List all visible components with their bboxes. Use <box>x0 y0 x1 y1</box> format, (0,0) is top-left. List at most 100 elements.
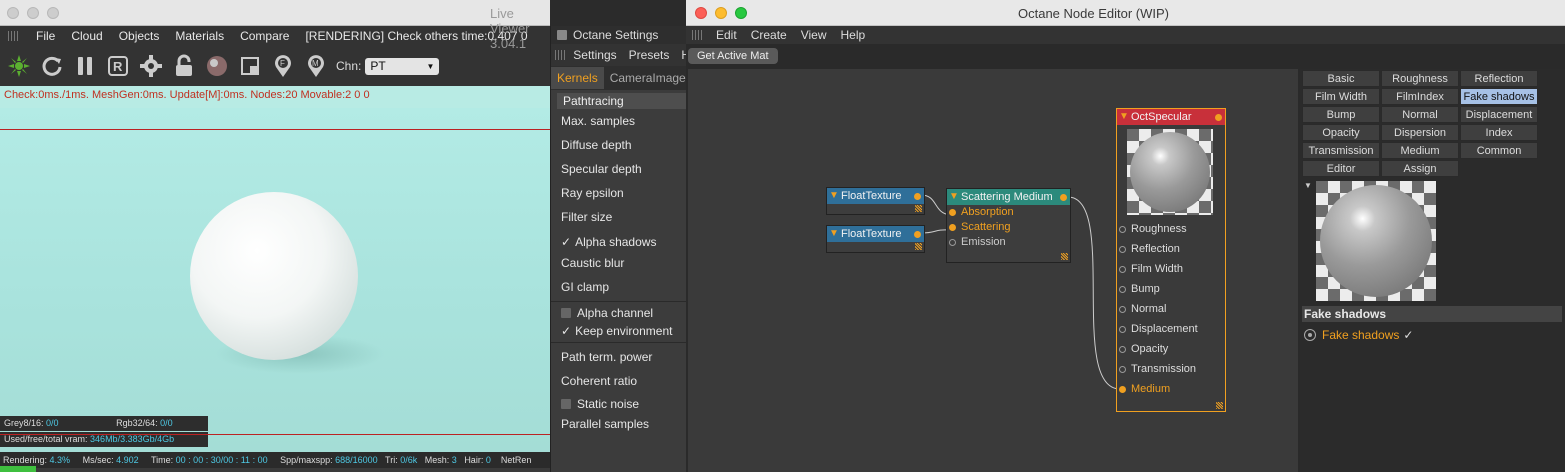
btn-index[interactable]: Index <box>1460 124 1538 141</box>
menu-create[interactable]: Create <box>751 28 787 42</box>
resize-handle-icon[interactable] <box>915 243 922 250</box>
btn-medium[interactable]: Medium <box>1381 142 1459 159</box>
render-viewport[interactable]: Grey8/16: 0/0 Rgb32/64: 0/0 Used/free/to… <box>0 108 550 452</box>
btn-normal[interactable]: Normal <box>1381 106 1459 123</box>
input-port[interactable] <box>1119 326 1126 333</box>
menu-view[interactable]: View <box>801 28 827 42</box>
menu-cloud[interactable]: Cloud <box>71 29 102 43</box>
resize-handle-icon[interactable] <box>915 205 922 212</box>
node-header[interactable]: ▼ FloatTexture <box>827 188 924 204</box>
setting-alpha-channel-row[interactable]: Alpha channel <box>551 304 690 322</box>
region-render-icon[interactable]: R <box>105 53 131 79</box>
input-port[interactable] <box>1119 346 1126 353</box>
collapse-icon[interactable]: ▼ <box>1304 181 1312 190</box>
input-port[interactable] <box>949 209 956 216</box>
input-port[interactable] <box>949 239 956 246</box>
btn-reflection[interactable]: Reflection <box>1460 70 1538 87</box>
btn-fake-shadows[interactable]: Fake shadows <box>1460 88 1538 105</box>
output-port[interactable] <box>1215 114 1222 121</box>
channel-select[interactable]: PT ▼ <box>365 57 440 75</box>
btn-opacity[interactable]: Opacity <box>1302 124 1380 141</box>
node-canvas[interactable]: ▼ FloatTexture ▼ FloatTexture ▼ Scatteri… <box>688 69 1298 472</box>
input-port[interactable] <box>1119 266 1126 273</box>
setting-keep-environment-row[interactable]: ✓ Keep environment <box>551 322 690 340</box>
close-button[interactable] <box>7 7 19 19</box>
menu-help[interactable]: Help <box>841 28 866 42</box>
setting-static-noise-row[interactable]: Static noise <box>551 393 690 415</box>
input-port[interactable] <box>1119 366 1126 373</box>
port-scattering[interactable]: Scattering <box>947 220 1070 235</box>
btn-assign[interactable]: Assign <box>1381 160 1459 177</box>
btn-dispersion[interactable]: Dispersion <box>1381 124 1459 141</box>
fake-shadows-option[interactable]: Fake shadows ✓ <box>1304 328 1413 342</box>
resize-handle-icon[interactable] <box>1061 253 1068 260</box>
port-medium[interactable]: Medium <box>1117 379 1225 399</box>
port-absorption[interactable]: Absorption <box>947 205 1070 220</box>
node-scattering-medium[interactable]: ▼ Scattering Medium Absorption Scatterin… <box>946 188 1071 263</box>
get-active-mat-button[interactable]: Get Active Mat <box>688 48 778 64</box>
checkbox-icon[interactable] <box>561 399 571 409</box>
material-pick-icon[interactable]: M <box>303 53 329 79</box>
radio-icon[interactable] <box>1304 329 1316 341</box>
port-roughness[interactable]: Roughness <box>1117 219 1225 239</box>
pause-icon[interactable] <box>72 53 98 79</box>
port-bump[interactable]: Bump <box>1117 279 1225 299</box>
tab-kernels[interactable]: Kernels <box>551 67 604 89</box>
input-port[interactable] <box>949 224 956 231</box>
btn-transmission[interactable]: Transmission <box>1302 142 1380 159</box>
port-film-width[interactable]: Film Width <box>1117 259 1225 279</box>
focus-pick-icon[interactable]: F <box>270 53 296 79</box>
port-transmission[interactable]: Transmission <box>1117 359 1225 379</box>
check-icon[interactable]: ✓ <box>561 324 571 338</box>
input-port[interactable] <box>1119 226 1126 233</box>
btn-filmindex[interactable]: FilmIndex <box>1381 88 1459 105</box>
btn-roughness[interactable]: Roughness <box>1381 70 1459 87</box>
menu-edit[interactable]: Edit <box>716 28 737 42</box>
btn-bump[interactable]: Bump <box>1302 106 1380 123</box>
zoom-button[interactable] <box>735 7 747 19</box>
node-floattexture-2[interactable]: ▼ FloatTexture <box>826 225 925 253</box>
port-normal[interactable]: Normal <box>1117 299 1225 319</box>
port-reflection[interactable]: Reflection <box>1117 239 1225 259</box>
menu-compare[interactable]: Compare <box>240 29 289 43</box>
check-icon[interactable]: ✓ <box>561 235 571 249</box>
minimize-button[interactable] <box>715 7 727 19</box>
input-port[interactable] <box>1119 306 1126 313</box>
btn-common[interactable]: Common <box>1460 142 1538 159</box>
kernel-select[interactable]: Pathtracing <box>557 93 686 109</box>
clay-mode-icon[interactable] <box>237 53 263 79</box>
btn-basic[interactable]: Basic <box>1302 70 1380 87</box>
output-port[interactable] <box>914 231 921 238</box>
zoom-button[interactable] <box>47 7 59 19</box>
input-port[interactable] <box>1119 286 1126 293</box>
menu-presets[interactable]: Presets <box>629 48 670 62</box>
output-port[interactable] <box>914 193 921 200</box>
menu-materials[interactable]: Materials <box>175 29 224 43</box>
collapse-icon[interactable]: ▼ <box>829 188 839 204</box>
btn-displacement[interactable]: Displacement <box>1460 106 1538 123</box>
restart-icon[interactable] <box>39 53 65 79</box>
menu-settings[interactable]: Settings <box>573 48 616 62</box>
gear-icon[interactable] <box>138 53 164 79</box>
panel-close-icon[interactable] <box>557 30 567 40</box>
node-octspecular[interactable]: ▼ OctSpecular Roughness Reflection Film … <box>1116 108 1226 412</box>
tab-cameraimager[interactable]: CameraImager <box>604 67 696 89</box>
btn-editor[interactable]: Editor <box>1302 160 1380 177</box>
checkbox-icon[interactable] <box>561 308 571 318</box>
minimize-button[interactable] <box>27 7 39 19</box>
node-header[interactable]: ▼ OctSpecular <box>1117 109 1225 125</box>
node-header[interactable]: ▼ FloatTexture <box>827 226 924 242</box>
check-icon[interactable]: ✓ <box>1403 328 1413 342</box>
resize-handle-icon[interactable] <box>1216 402 1223 409</box>
port-displacement[interactable]: Displacement <box>1117 319 1225 339</box>
node-header[interactable]: ▼ Scattering Medium <box>947 189 1070 205</box>
menu-objects[interactable]: Objects <box>119 29 160 43</box>
lock-icon[interactable] <box>171 53 197 79</box>
port-emission[interactable]: Emission <box>947 235 1070 250</box>
material-ball-icon[interactable] <box>204 53 230 79</box>
input-port[interactable] <box>1119 386 1126 393</box>
btn-film-width[interactable]: Film Width <box>1302 88 1380 105</box>
port-opacity[interactable]: Opacity <box>1117 339 1225 359</box>
input-port[interactable] <box>1119 246 1126 253</box>
close-button[interactable] <box>695 7 707 19</box>
